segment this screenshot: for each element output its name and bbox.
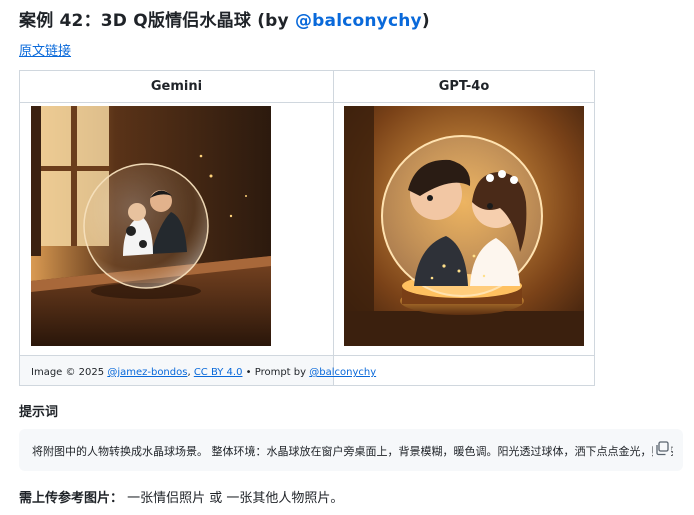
prompt-code-block: 将附图中的人物转换成水晶球场景。 整体环境：水晶球放在窗户旁桌面上，背景模糊，暖…	[19, 429, 683, 471]
caption-license-link[interactable]: CC BY 4.0	[194, 367, 243, 378]
author-link[interactable]: @balconychy	[295, 11, 422, 31]
caption-author-link[interactable]: @jamez-bondos	[107, 367, 187, 378]
page-title: 案例 42：3D Q版情侣水晶球 (by @balconychy)	[19, 6, 430, 31]
gemini-result-image	[31, 106, 271, 346]
source-link[interactable]: 原文链接	[19, 40, 71, 59]
comparison-table: Gemini GPT-4o Image © 2025 @jamez-bondos…	[19, 70, 595, 386]
image-caption: Image © 2025 @jamez-bondos, CC BY 4.0 • …	[31, 367, 376, 378]
prompt-text: 将附图中的人物转换成水晶球场景。 整体环境：水晶球放在窗户旁桌面上，背景模糊，暖…	[32, 445, 674, 458]
gpt4o-result-image	[344, 106, 584, 346]
title-suffix: )	[421, 11, 430, 31]
column-header-gpt4o: GPT-4o	[334, 71, 594, 103]
title-prefix: 案例 42：3D Q版情侣水晶球 (by	[19, 11, 295, 31]
caption-prompt-by: • Prompt by	[242, 367, 310, 378]
column-header-gemini: Gemini	[20, 71, 333, 103]
requirement-text: 一张情侣照片 或 一张其他人物照片。	[123, 491, 344, 506]
upload-requirement: 需上传参考图片： 一张情侣照片 或 一张其他人物照片。	[19, 487, 343, 506]
caption-prompt-link[interactable]: @balconychy	[309, 367, 376, 378]
copy-button[interactable]	[653, 439, 671, 457]
prompt-heading: 提示词	[19, 405, 59, 420]
row-divider	[20, 355, 594, 356]
caption-prefix: Image © 2025	[31, 367, 108, 378]
requirement-label: 需上传参考图片：	[19, 491, 124, 506]
copy-icon	[656, 441, 669, 456]
column-divider	[333, 71, 334, 385]
